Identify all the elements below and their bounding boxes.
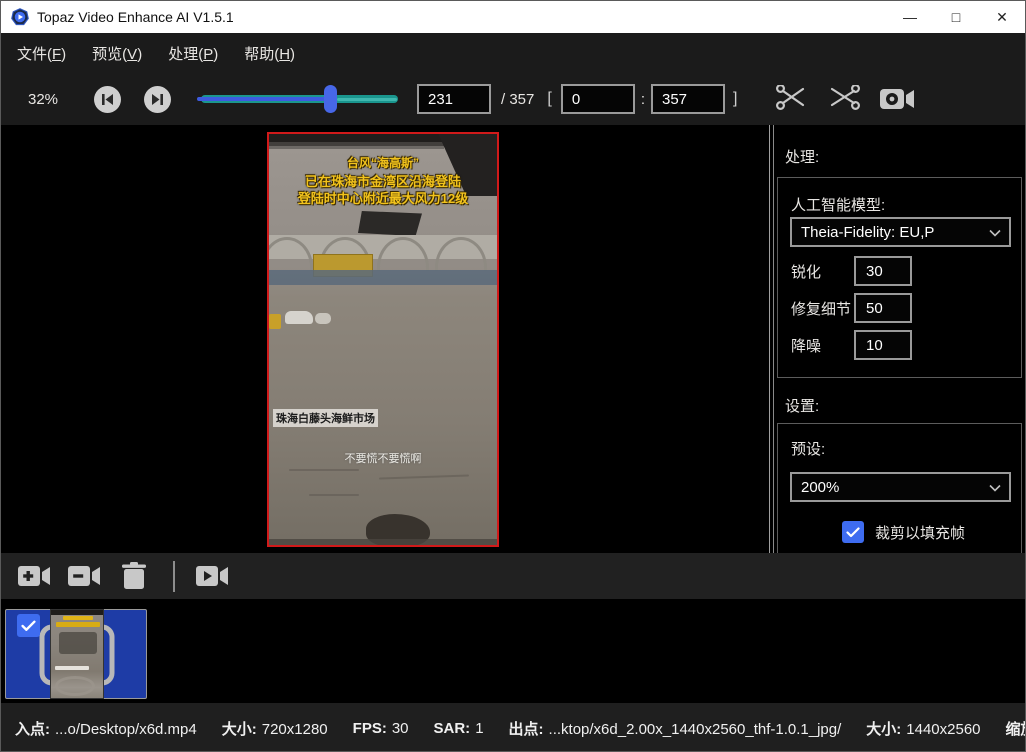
range-end-input[interactable] — [651, 84, 725, 114]
menu-preview[interactable]: 预览(V) — [90, 39, 144, 68]
status-output-size: 大小:1440x2560 — [866, 718, 980, 739]
minimize-button[interactable]: — — [887, 1, 933, 33]
range-start-input[interactable] — [561, 84, 635, 114]
video-flooded-car — [285, 311, 313, 324]
settings-panel: 处理: 人工智能模型: Theia-Fidelity: EU,P 锐化 修复细节 — [775, 125, 1025, 553]
camera-minus-icon — [67, 563, 101, 589]
video-overlay-line1: 台风“海高斯” — [269, 154, 497, 171]
skip-to-start-button[interactable] — [94, 86, 121, 113]
current-frame-input[interactable] — [417, 84, 491, 114]
video-caption: 不要慌不要慌啊 — [269, 450, 497, 466]
camera-eye-icon — [879, 87, 915, 111]
status-fps: FPS:30 — [353, 720, 409, 737]
video-mirror-shape — [358, 211, 422, 236]
restore-detail-label: 修复细节 — [791, 298, 854, 319]
split-button[interactable] — [828, 85, 860, 113]
crop-to-fill-checkbox[interactable] — [842, 521, 864, 543]
trim-scissors-icon — [775, 85, 807, 113]
clipbar-separator — [173, 561, 175, 592]
sharpen-label: 锐化 — [791, 261, 854, 282]
skip-end-icon — [151, 93, 164, 106]
camera-play-icon — [195, 563, 229, 589]
playback-toolbar: 32% / 357 [ : ] — [1, 73, 1025, 125]
remove-video-button[interactable] — [67, 563, 101, 594]
clip-toolbar — [1, 553, 1025, 599]
range-bracket-open: [ — [547, 90, 551, 108]
preset-value: 200% — [801, 479, 839, 496]
menubar: 文件(F) 预览(V) 处理(P) 帮助(H) — [1, 33, 1025, 73]
range-bracket-close: ] — [733, 90, 737, 108]
thumbnail-checkbox[interactable] — [17, 614, 40, 637]
menu-process[interactable]: 处理(P) — [166, 39, 220, 68]
denoise-label: 降噪 — [791, 335, 854, 356]
titlebar: Topaz Video Enhance AI V1.5.1 — □ ✕ — [1, 1, 1025, 33]
export-video-button[interactable] — [195, 563, 229, 594]
check-icon — [21, 620, 36, 632]
main-area: 台风“海高斯” 已在珠海市金湾区沿海登陆 登陆时中心附近最大风力12级 珠海白藤… — [1, 125, 1025, 553]
status-out-point: 出点:...ktop/x6d_2.00x_1440x2560_thf-1.0.1… — [509, 718, 842, 739]
ai-model-dropdown[interactable]: Theia-Fidelity: EU,P — [790, 217, 1011, 247]
video-preview: 台风“海高斯” 已在珠海市金湾区沿海登陆 登陆时中心附近最大风力12级 珠海白藤… — [267, 132, 499, 547]
menu-file[interactable]: 文件(F) — [15, 39, 68, 68]
slider-remaining — [337, 98, 397, 101]
statusbar: 入点:...o/Desktop/x6d.mp4 大小:720x1280 FPS:… — [1, 703, 1025, 752]
close-button[interactable]: ✕ — [979, 1, 1025, 33]
denoise-row: 降噪 — [791, 330, 1011, 360]
status-scale: 缩放:200% — [1006, 718, 1026, 739]
video-overlay-line3: 登陆时中心附近最大风力12级 — [269, 188, 497, 207]
menu-help[interactable]: 帮助(H) — [242, 39, 297, 68]
denoise-input[interactable] — [854, 330, 912, 360]
timeline-slider[interactable] — [197, 85, 402, 113]
crop-to-fill-row: 裁剪以填充帧 — [842, 521, 965, 543]
video-location-label: 珠海白藤头海鲜市场 — [273, 409, 378, 427]
trash-icon — [121, 561, 147, 591]
video-barrier — [269, 270, 497, 285]
add-video-button[interactable] — [17, 563, 51, 594]
preset-label: 预设: — [791, 438, 825, 459]
app-window: Topaz Video Enhance AI V1.5.1 — □ ✕ 文件(F… — [0, 0, 1026, 752]
process-heading: 处理: — [785, 146, 819, 167]
filmstrip — [1, 599, 1025, 703]
ai-model-label: 人工智能模型: — [791, 194, 885, 215]
video-yellow-debris — [269, 314, 281, 329]
video-shoreline — [269, 539, 497, 547]
sharpen-row: 锐化 — [791, 256, 1011, 286]
chevron-down-icon — [989, 224, 1001, 241]
ai-model-value: Theia-Fidelity: EU,P — [801, 224, 934, 241]
video-bridge — [269, 235, 497, 259]
preview-render-button[interactable] — [879, 87, 915, 111]
split-scissors-icon — [828, 85, 860, 113]
thumbnail-image — [50, 609, 104, 699]
slider-progress — [197, 97, 330, 101]
window-controls: — □ ✕ — [887, 1, 1025, 33]
restore-detail-row: 修复细节 — [791, 293, 1011, 323]
settings-heading: 设置: — [785, 395, 819, 416]
status-input-size: 大小:720x1280 — [222, 718, 328, 739]
check-icon — [846, 527, 860, 538]
chevron-down-icon — [989, 479, 1001, 496]
sharpen-input[interactable] — [854, 256, 912, 286]
total-frames-label: / 357 — [501, 91, 534, 108]
video-flooded-car2 — [315, 313, 331, 324]
trim-button[interactable] — [775, 85, 807, 113]
slider-handle[interactable] — [324, 85, 337, 113]
app-logo-icon — [11, 8, 29, 26]
status-sar: SAR:1 — [434, 720, 484, 737]
range-separator: : — [641, 91, 645, 108]
preset-dropdown[interactable]: 200% — [790, 472, 1011, 502]
video-thumbnail-item[interactable] — [5, 609, 147, 699]
maximize-button[interactable]: □ — [933, 1, 979, 33]
crop-to-fill-label: 裁剪以填充帧 — [875, 522, 965, 543]
window-title: Topaz Video Enhance AI V1.5.1 — [37, 9, 234, 25]
process-group: 人工智能模型: Theia-Fidelity: EU,P 锐化 修复细节 降噪 — [777, 177, 1022, 378]
status-in-point: 入点:...o/Desktop/x6d.mp4 — [15, 718, 197, 739]
settings-group: 预设: 200% 裁剪以填充帧 — [777, 423, 1022, 553]
camera-plus-icon — [17, 563, 51, 589]
skip-to-end-button[interactable] — [144, 86, 171, 113]
zoom-percent-label: 32% — [28, 91, 64, 108]
restore-detail-input[interactable] — [854, 293, 912, 323]
skip-start-icon — [101, 93, 114, 106]
delete-video-button[interactable] — [121, 561, 147, 596]
video-top-line — [269, 142, 444, 149]
